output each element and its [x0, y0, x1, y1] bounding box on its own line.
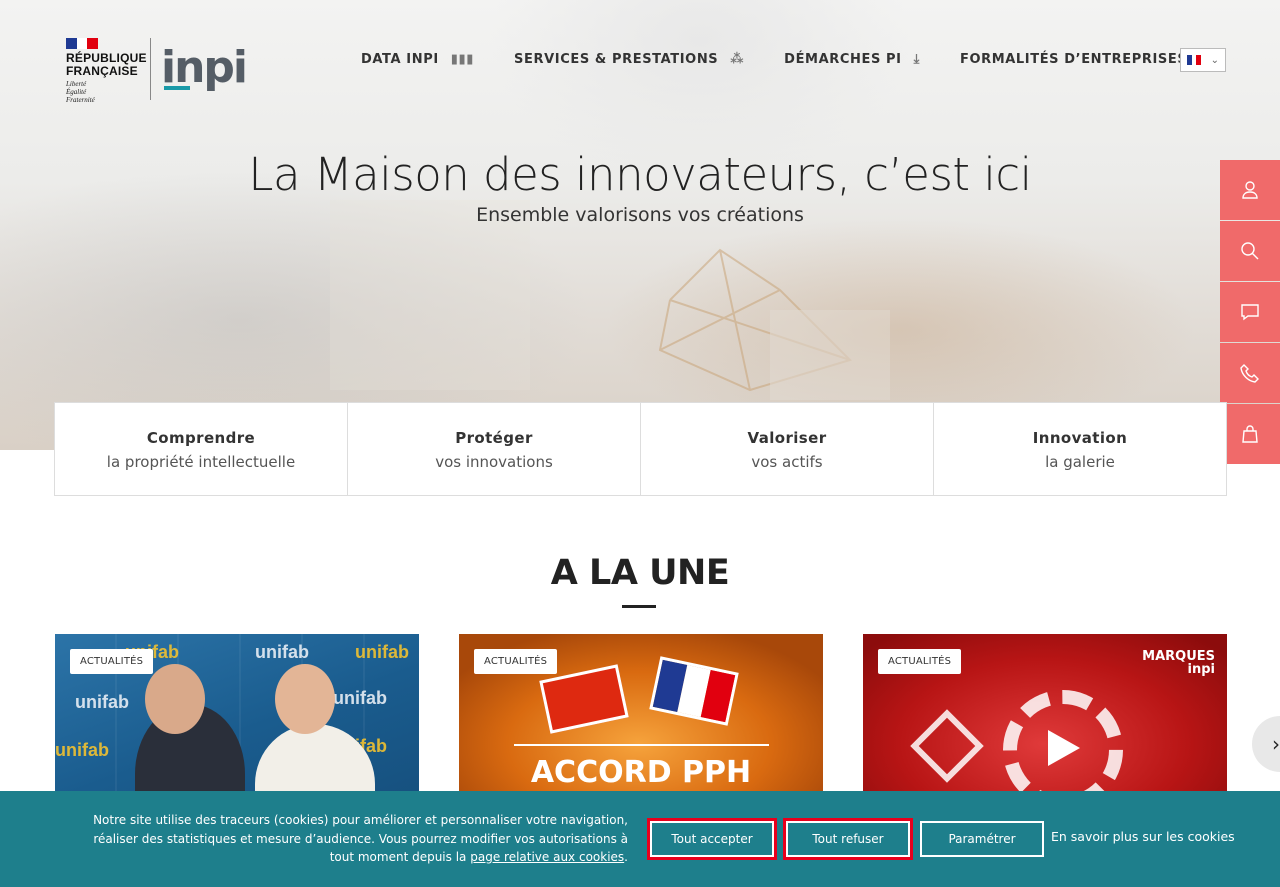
main-nav: DATA INPI ▮▮▮ SERVICES & PRESTATIONS ⁂ D… [361, 50, 1253, 69]
pillar-proteger[interactable]: Protéger vos innovations [348, 403, 641, 495]
pillar-title: Protéger [455, 429, 533, 447]
cookie-message: Notre site utilise des traceurs (cookies… [80, 811, 628, 867]
pillar-subtitle: vos innovations [435, 453, 553, 471]
pillar-subtitle: la propriété intellectuelle [106, 453, 296, 471]
cookie-settings-button[interactable]: Paramétrer [920, 821, 1044, 857]
china-flag-icon [539, 664, 629, 734]
nav-label: FORMALITÉS D’ENTREPRISES [959, 52, 1188, 67]
marques-inpi-logo: MARQUES inpi [1142, 650, 1215, 676]
pillars-bar: Comprendre la propriété intellectuelle P… [54, 402, 1227, 496]
news-card-unifab[interactable]: unifab unifab unifab unifab unifab unifa… [55, 634, 419, 804]
pillar-innovation[interactable]: Innovation la galerie [934, 403, 1226, 495]
gov-name: RÉPUBLIQUE FRANÇAISE [66, 52, 146, 78]
pillar-subtitle: vos actifs [751, 453, 823, 471]
user-icon [1242, 181, 1258, 199]
cookie-banner: Notre site utilise des traceurs (cookies… [0, 791, 1280, 887]
section-title-underline [622, 605, 656, 608]
site-logo[interactable]: RÉPUBLIQUE FRANÇAISE Liberté Égalité Fra… [66, 38, 248, 104]
section-title-une: A LA UNE [550, 553, 730, 593]
account-button[interactable] [1220, 160, 1280, 220]
card-category-badge: ACTUALITÉS [878, 649, 962, 674]
card-category-badge: ACTUALITÉS [474, 649, 558, 674]
brand-line2: inpi [1187, 662, 1215, 677]
network-icon: ⁂ [730, 52, 745, 67]
play-icon [1048, 730, 1080, 766]
shop-button[interactable] [1220, 404, 1280, 464]
flag-fr-icon [1187, 55, 1202, 65]
gov-motto-2: Égalité [66, 88, 87, 96]
card-headline: ACCORD PPH [530, 755, 752, 790]
download-icon: ⤓ [913, 52, 920, 67]
marianne-flag-icon [66, 38, 99, 49]
card-logo-text: unifab [255, 642, 309, 662]
chevron-down-icon: ⌄ [1210, 54, 1219, 66]
side-action-bar [1220, 160, 1280, 465]
hero-subtitle: Ensemble valorisons vos créations [476, 204, 804, 226]
chat-icon [1241, 304, 1259, 321]
card-logo-text: unifab [333, 688, 387, 708]
headline-divider [514, 744, 769, 746]
pillar-subtitle: la galerie [1045, 453, 1115, 471]
pillar-title: Comprendre [146, 429, 256, 447]
nav-services[interactable]: SERVICES & PRESTATIONS ⁂ [514, 52, 744, 67]
cookie-policy-link[interactable]: page relative aux cookies [470, 850, 624, 864]
news-cards: unifab unifab unifab unifab unifab unifa… [55, 634, 1267, 804]
bag-icon [1242, 425, 1258, 443]
news-card-accord-pph[interactable]: ACCORD PPH ACTUALITÉS [459, 634, 823, 804]
tools-icon [910, 709, 984, 783]
nav-label: DATA INPI [361, 52, 439, 67]
nav-label: SERVICES & PRESTATIONS [514, 52, 719, 67]
phone-button[interactable] [1220, 343, 1280, 403]
gov-motto: Liberté Égalité Fraternité [66, 80, 142, 104]
gov-motto-1: Liberté [66, 80, 87, 88]
gov-motto-3: Fraternité [66, 96, 95, 104]
pillar-valoriser[interactable]: Valoriser vos actifs [641, 403, 934, 495]
card-category-badge: ACTUALITÉS [70, 649, 154, 674]
pillar-title: Innovation [1032, 429, 1128, 447]
hero-title: La Maison des innovateurs, c’est ici [248, 148, 1032, 201]
nav-label: DÉMARCHES PI [784, 52, 902, 67]
news-card-marques[interactable]: MARQUES inpi ACTUALITÉS [863, 634, 1227, 804]
card-logo-text: unifab [75, 692, 129, 712]
search-button[interactable] [1220, 221, 1280, 281]
gov-name-line2: FRANÇAISE [66, 64, 138, 78]
cookie-more-link[interactable]: En savoir plus sur les cookies [1051, 829, 1235, 844]
nav-data-inpi[interactable]: DATA INPI ▮▮▮ [361, 52, 474, 67]
brand-underline [164, 86, 190, 90]
inpi-logo: inpi [161, 40, 248, 96]
accept-all-button[interactable]: Tout accepter [647, 818, 777, 860]
nav-demarches[interactable]: DÉMARCHES PI ⤓ [784, 52, 920, 67]
republique-francaise-logo: RÉPUBLIQUE FRANÇAISE Liberté Égalité Fra… [66, 38, 146, 104]
chevron-right-icon: › [1272, 732, 1280, 756]
card-logo-text: unifab [55, 740, 109, 760]
phone-icon [1240, 364, 1259, 383]
card-logo-text: unifab [355, 642, 409, 662]
cookie-text-end: . [624, 850, 628, 864]
language-selector[interactable]: ⌄ [1180, 48, 1226, 72]
refuse-all-button[interactable]: Tout refuser [783, 818, 913, 860]
pillar-title: Valoriser [747, 429, 827, 447]
france-flag-icon [649, 656, 739, 726]
person-face [275, 664, 335, 734]
nav-formalites[interactable]: FORMALITÉS D’ENTREPRISES Ⓔ [960, 50, 1213, 69]
search-icon [1241, 242, 1259, 260]
person-face [145, 664, 205, 734]
chat-button[interactable] [1220, 282, 1280, 342]
pillar-comprendre[interactable]: Comprendre la propriété intellectuelle [55, 403, 348, 495]
data-icon: ▮▮▮ [450, 52, 475, 67]
logo-divider [150, 38, 151, 100]
